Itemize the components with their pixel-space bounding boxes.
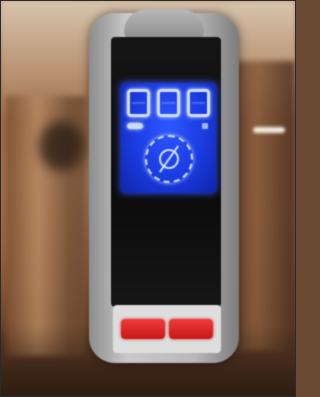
dial-icon <box>145 135 193 183</box>
right-red-button[interactable] <box>169 319 213 339</box>
background-light-strip <box>253 127 285 133</box>
device-button-panel <box>113 305 221 353</box>
left-red-button[interactable] <box>121 319 165 339</box>
lcd-display <box>121 83 216 193</box>
handheld-device <box>89 9 239 363</box>
lcd-indicator-right <box>202 123 208 129</box>
device-top-cap <box>124 9 204 39</box>
lcd-digit <box>187 89 210 117</box>
lcd-indicator-left <box>127 123 143 129</box>
lcd-digits <box>127 89 210 119</box>
device-screen-panel <box>111 37 221 307</box>
lcd-digit <box>127 89 150 117</box>
lcd-digit <box>157 89 180 117</box>
photo-frame <box>0 0 296 397</box>
background-shadow <box>39 121 84 171</box>
